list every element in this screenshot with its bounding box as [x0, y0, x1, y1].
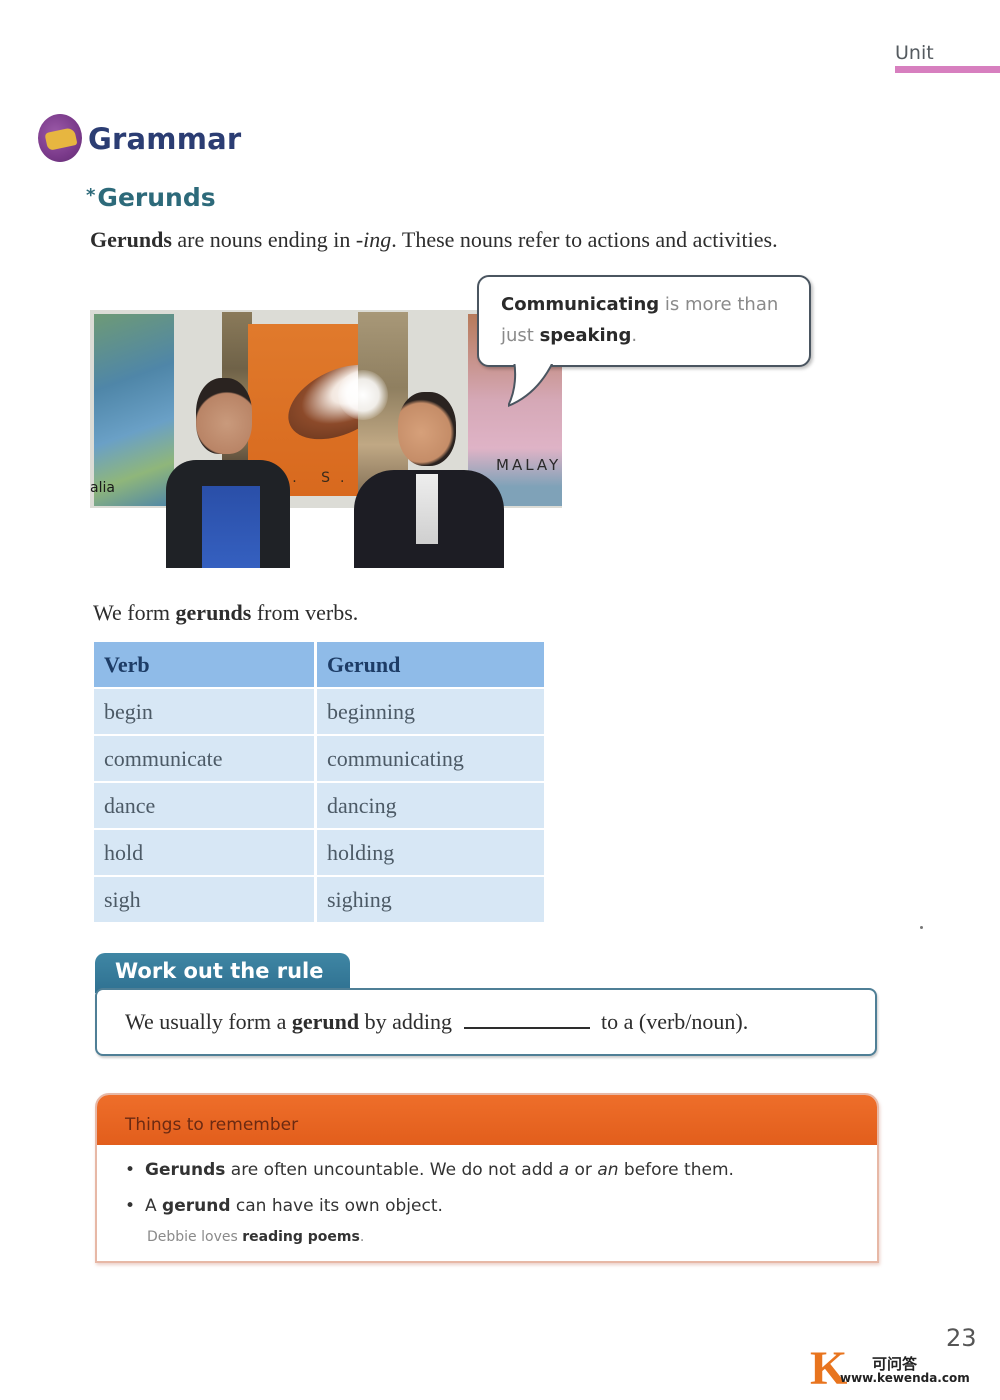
column-header-verb: Verb	[94, 642, 314, 687]
rule-tab-label: Work out the rule	[115, 959, 324, 983]
form-bold: gerunds	[175, 600, 252, 625]
item-italic: a	[558, 1160, 570, 1180]
item-text: before them.	[618, 1160, 734, 1180]
bullet-icon: •	[125, 1160, 136, 1180]
asterisk-marker: *	[86, 185, 96, 206]
table-header-row: Verb Gerund	[94, 642, 544, 687]
grammar-badge-icon	[38, 114, 82, 162]
column-header-gerund: Gerund	[317, 642, 544, 687]
table-row: hold holding	[94, 830, 544, 875]
unit-label: Unit	[895, 42, 934, 64]
speech-bubble: Communicating is more than just speaking…	[477, 275, 811, 367]
item-text: or	[569, 1160, 598, 1180]
item-text: A	[145, 1196, 163, 1216]
photo-map	[94, 314, 174, 506]
item-text: can have its own object.	[230, 1196, 443, 1216]
speech-bold-2: speaking	[539, 325, 632, 346]
rule-text-3: to a (verb/noun).	[601, 1009, 749, 1034]
watermark-url: www.kewenda.com	[840, 1371, 970, 1385]
photo-map-label: alia	[90, 480, 115, 496]
table-row: sigh sighing	[94, 877, 544, 922]
item-text: are often uncountable. We do not add	[225, 1160, 559, 1180]
gerund-cell: communicating	[317, 736, 544, 781]
gerund-cell: dancing	[317, 783, 544, 828]
intro-bold: Gerunds	[90, 227, 172, 252]
rule-bold: gerund	[291, 1009, 360, 1034]
verb-cell: sigh	[94, 877, 314, 922]
remember-list: • Gerunds are often uncountable. We do no…	[125, 1155, 734, 1227]
speech-bubble-tail	[508, 360, 556, 408]
rule-text-2: by adding	[359, 1009, 452, 1034]
unit-bar	[895, 66, 1000, 73]
intro-text: are nouns ending in	[171, 227, 356, 252]
verb-gerund-table: Verb Gerund begin beginning communicate …	[94, 642, 544, 924]
example-text: Debbie loves	[147, 1229, 243, 1245]
verb-cell: begin	[94, 689, 314, 734]
photo-man-shirt	[416, 474, 438, 544]
example-end: .	[359, 1229, 365, 1245]
table-row: dance dancing	[94, 783, 544, 828]
scan-speck	[920, 926, 923, 929]
verb-cell: communicate	[94, 736, 314, 781]
item-italic: an	[597, 1160, 619, 1180]
intro-italic: -ing	[355, 227, 392, 252]
item-bold: gerund	[162, 1196, 231, 1216]
photo-boy-head	[196, 378, 252, 454]
speech-bubble-text: Communicating is more than just speaking…	[501, 289, 801, 351]
things-to-remember-box: Things to remember • Gerunds are often un…	[95, 1093, 879, 1263]
photo-flash-glare	[338, 370, 388, 420]
remember-title: Things to remember	[125, 1115, 299, 1135]
form-text-2: from verbs.	[251, 600, 359, 625]
section-title: Grammar	[88, 122, 242, 156]
remember-header: Things to remember	[97, 1095, 877, 1145]
speech-bold-1: Communicating	[501, 294, 660, 315]
verb-cell: dance	[94, 783, 314, 828]
list-item: • A gerund can have its own object.	[125, 1191, 734, 1227]
list-item: • Gerunds are often uncountable. We do no…	[125, 1155, 734, 1191]
photo-poster-right-label: MALAY	[496, 456, 562, 474]
subsection-title: *Gerunds	[86, 183, 216, 212]
intro-paragraph: Gerunds are nouns ending in -ing. These …	[90, 224, 850, 256]
photo-man-head	[398, 392, 456, 466]
form-sentence: We form gerunds from verbs.	[93, 600, 358, 626]
table-row: begin beginning	[94, 689, 544, 734]
item-bold: Gerunds	[145, 1160, 226, 1180]
table-row: communicate communicating	[94, 736, 544, 781]
rule-text-1: We usually form a	[125, 1009, 292, 1034]
gerund-cell: beginning	[317, 689, 544, 734]
subsection-title-text: Gerunds	[97, 183, 216, 212]
gerund-cell: sighing	[317, 877, 544, 922]
page-number: 23	[946, 1324, 977, 1352]
speech-text-2: .	[631, 325, 638, 346]
bullet-icon: •	[125, 1196, 136, 1216]
gerund-cell: holding	[317, 830, 544, 875]
photo-boy-shirt-print	[202, 486, 260, 568]
fill-in-blank[interactable]	[463, 1009, 590, 1029]
rule-sentence: We usually form a gerund by adding to a …	[125, 1009, 748, 1035]
example-sentence: Debbie loves reading poems.	[147, 1229, 364, 1245]
form-text-1: We form	[93, 600, 176, 625]
rule-tab: Work out the rule	[95, 953, 350, 993]
rule-box: We usually form a gerund by adding to a …	[95, 988, 877, 1056]
verb-cell: hold	[94, 830, 314, 875]
watermark-logo-icon: K	[810, 1342, 848, 1395]
example-bold: reading poems	[242, 1229, 360, 1245]
intro-text-2: . These nouns refer to actions and activ…	[391, 227, 778, 252]
